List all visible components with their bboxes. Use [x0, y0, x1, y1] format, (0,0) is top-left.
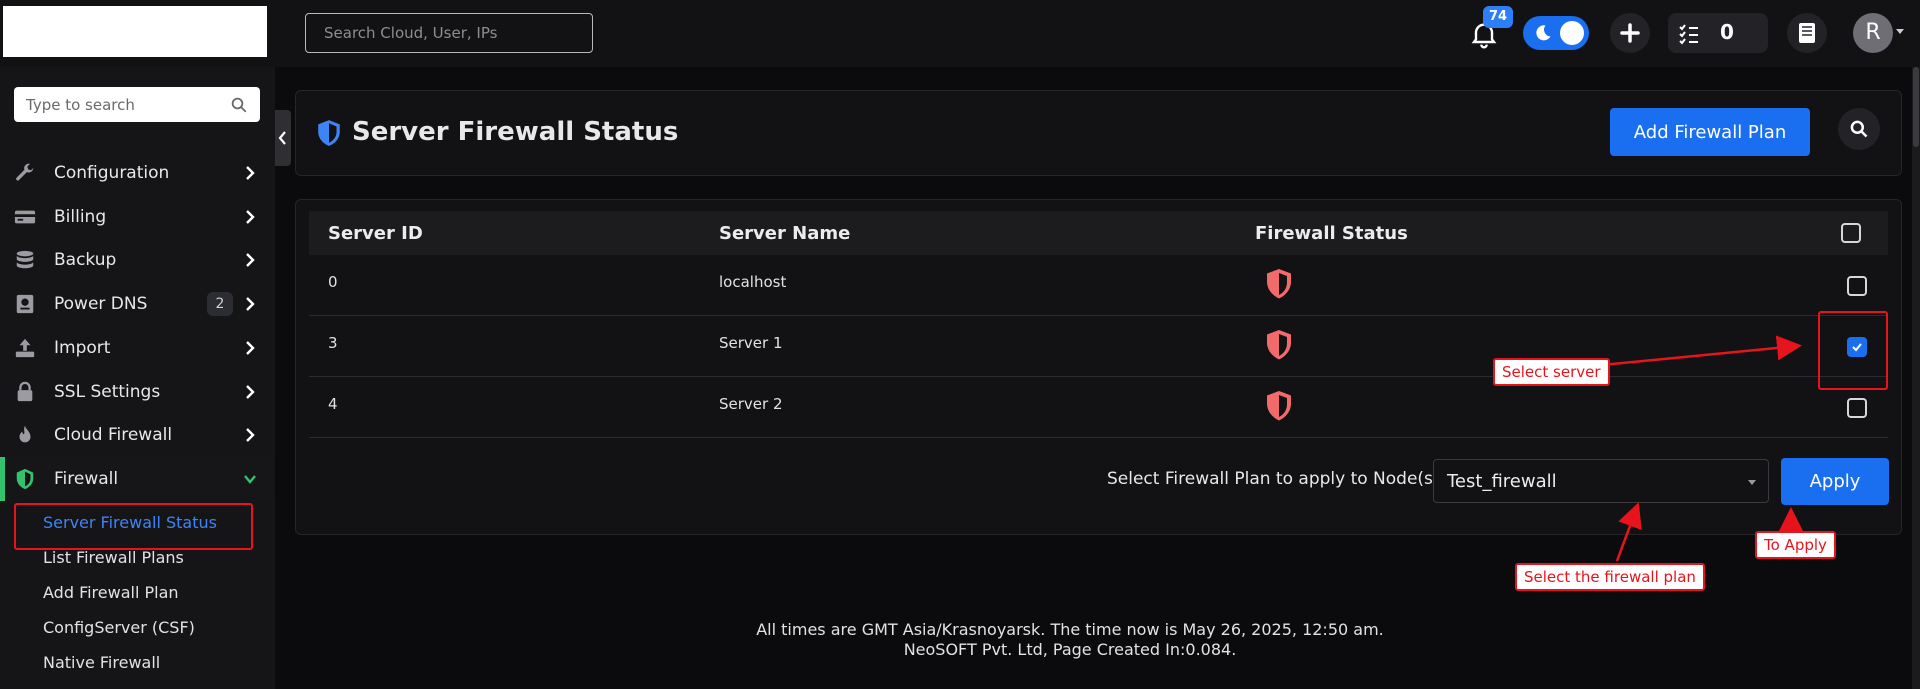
top-bar: 74 0 R [0, 0, 1920, 67]
plus-icon [1620, 23, 1640, 43]
add-firewall-plan-button[interactable]: Add Firewall Plan [1610, 108, 1810, 156]
firewall-plan-select[interactable]: Test_firewall [1433, 459, 1769, 503]
sidebar-item-billing[interactable]: Billing [0, 195, 275, 239]
scrollbar[interactable] [1912, 67, 1920, 689]
firewall-shield-icon [1267, 330, 1291, 360]
billing-icon [14, 210, 36, 224]
chevron-right-icon [246, 297, 255, 311]
sidebar-item-cloud-firewall[interactable]: Cloud Firewall [0, 413, 275, 457]
annotation-select-plan: Select the firewall plan [1515, 563, 1705, 591]
shield-icon [318, 120, 340, 146]
sidebar-item-ssl-settings[interactable]: SSL Settings [0, 370, 275, 414]
sidebar-item-label: Firewall [54, 469, 119, 489]
chevron-right-icon [246, 210, 255, 224]
table-header: Server ID Server Name Firewall Status [309, 211, 1888, 255]
sidebar-collapse-button[interactable] [275, 110, 291, 166]
search-icon [1850, 120, 1868, 138]
sidebar-item-label: Import [54, 338, 111, 358]
column-header: Server Name [719, 223, 851, 244]
row-divider [309, 437, 1888, 438]
row-checkbox[interactable] [1847, 398, 1867, 418]
server-id-cell: 4 [328, 395, 338, 413]
submenu-add-firewall-plan[interactable]: Add Firewall Plan [43, 583, 179, 602]
apply-button[interactable]: Apply [1781, 458, 1889, 505]
sidebar-search-input[interactable] [14, 87, 214, 122]
upload-icon [15, 338, 35, 358]
sidebar-item-label: Configuration [54, 163, 170, 183]
flame-icon [19, 425, 31, 443]
firewall-shield-icon [1267, 269, 1291, 299]
row-divider [309, 376, 1888, 377]
chevron-right-icon [246, 253, 255, 267]
row-checkbox[interactable] [1847, 276, 1867, 296]
checklist-icon [1679, 24, 1698, 45]
avatar[interactable]: R [1853, 13, 1893, 53]
firewall-shield-icon [1267, 391, 1291, 421]
global-search-input[interactable] [305, 13, 593, 53]
database-icon [16, 250, 34, 269]
server-name-cell: localhost [719, 273, 787, 291]
sidebar-item-label: SSL Settings [54, 382, 161, 402]
annotation-highlight-checkbox [1818, 311, 1888, 390]
dns-icon [16, 294, 34, 314]
sidebar-item-label: Backup [54, 250, 117, 270]
sidebar-item-backup[interactable]: Backup [0, 238, 275, 282]
chevron-right-icon [246, 428, 255, 442]
row-divider [309, 315, 1888, 316]
apply-plan-label: Select Firewall Plan to apply to Node(s) [1107, 469, 1440, 489]
footer-credit: NeoSOFT Pvt. Ltd, Page Created In:0.084. [903, 640, 1237, 659]
sidebar-search [14, 87, 260, 122]
annotation-highlight-menu [14, 503, 253, 550]
search-button[interactable] [1838, 108, 1880, 150]
annotation-select-server: Select server [1493, 358, 1610, 386]
submenu-list-firewall-plans[interactable]: List Firewall Plans [43, 548, 184, 567]
chevron-down-icon[interactable] [1896, 29, 1904, 34]
theme-toggle[interactable] [1523, 16, 1589, 50]
sidebar-item-label: Power DNS [54, 294, 148, 314]
page-title: Server Firewall Status [352, 117, 679, 147]
server-id-cell: 3 [328, 334, 338, 352]
shield-icon [16, 468, 34, 490]
count-badge: 2 [207, 292, 233, 316]
sidebar-item-label: Billing [54, 207, 107, 227]
docs-button[interactable] [1787, 13, 1827, 53]
search-icon[interactable] [230, 96, 248, 114]
task-count: 0 [1720, 20, 1734, 44]
notification-badge: 74 [1483, 6, 1513, 28]
chevron-left-icon [278, 131, 286, 145]
sidebar-item-configuration[interactable]: Configuration [0, 151, 275, 195]
chevron-right-icon [246, 341, 255, 355]
wrench-icon [16, 163, 34, 181]
book-icon [1799, 23, 1815, 43]
footer-time: All times are GMT Asia/Krasnoyarsk. The … [756, 620, 1384, 639]
active-indicator [0, 457, 5, 501]
chevron-down-icon [1748, 480, 1756, 485]
annotation-to-apply: To Apply [1755, 531, 1836, 559]
toggle-knob [1560, 21, 1584, 45]
lock-icon [17, 381, 33, 402]
chevron-right-icon [246, 166, 255, 180]
sidebar-item-power-dns[interactable]: Power DNS 2 [0, 282, 275, 326]
chevron-right-icon [246, 385, 255, 399]
server-name-cell: Server 2 [719, 395, 783, 413]
sidebar-item-label: Cloud Firewall [54, 425, 173, 445]
server-name-cell: Server 1 [719, 334, 783, 352]
column-header: Firewall Status [1255, 223, 1408, 244]
scrollbar-thumb[interactable] [1913, 67, 1919, 147]
tasks-button[interactable] [1668, 13, 1768, 53]
sidebar-item-firewall[interactable]: Firewall [0, 457, 275, 501]
sidebar-item-import[interactable]: Import [0, 326, 275, 370]
select-all-checkbox[interactable] [1841, 223, 1861, 243]
moon-icon [1536, 25, 1551, 41]
add-button[interactable] [1610, 13, 1650, 53]
selected-plan: Test_firewall [1447, 471, 1557, 492]
server-id-cell: 0 [328, 273, 338, 291]
column-header: Server ID [328, 223, 423, 244]
chevron-down-icon [244, 475, 256, 484]
logo[interactable] [3, 6, 267, 57]
